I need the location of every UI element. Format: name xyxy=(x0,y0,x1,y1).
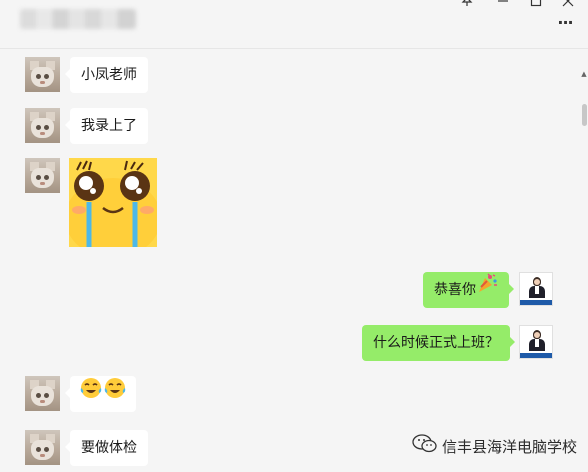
maximize-icon[interactable] xyxy=(526,0,546,14)
watermark: 信丰县海洋电脑学校 xyxy=(412,434,577,458)
message-text: 什么时候正式上班？ xyxy=(373,335,499,351)
contact-avatar[interactable] xyxy=(25,158,60,193)
message-text: 要做体检 xyxy=(81,440,137,456)
self-avatar[interactable] xyxy=(519,272,553,306)
contact-avatar[interactable] xyxy=(25,376,60,411)
contact-avatar[interactable] xyxy=(25,430,60,465)
wechat-icon xyxy=(412,434,438,461)
more-options-button[interactable]: ··· xyxy=(553,15,577,31)
watermark-text: 信丰县海洋电脑学校 xyxy=(442,438,578,456)
message-bubble[interactable]: 要做体检 xyxy=(65,430,148,466)
minimize-icon[interactable] xyxy=(493,0,513,14)
tears-of-joy-emoji xyxy=(79,376,103,414)
chat-title-obscured xyxy=(20,9,136,29)
message-text: 恭喜你 xyxy=(434,282,476,298)
message-bubble[interactable]: 小凤老师 xyxy=(65,57,148,93)
scroll-up-icon[interactable]: ▲ xyxy=(580,70,588,78)
scrollbar-thumb[interactable] xyxy=(582,104,587,126)
message-text: 我录上了 xyxy=(81,118,137,134)
crying-happy-face-sticker[interactable] xyxy=(69,158,157,247)
title-bar: ··· xyxy=(0,0,588,49)
message-bubble[interactable]: 恭喜你 xyxy=(423,272,514,308)
pin-icon[interactable] xyxy=(457,0,477,14)
message-bubble[interactable] xyxy=(65,376,136,414)
message-bubble[interactable]: 我录上了 xyxy=(65,108,148,144)
contact-avatar[interactable] xyxy=(25,57,60,92)
contact-avatar[interactable] xyxy=(25,108,60,143)
message-bubble[interactable]: 什么时候正式上班？ xyxy=(362,325,515,361)
close-icon[interactable] xyxy=(558,0,578,14)
tears-of-joy-emoji xyxy=(103,376,127,414)
party-popper-emoji xyxy=(476,272,498,308)
self-avatar[interactable] xyxy=(519,325,553,359)
message-text: 小凤老师 xyxy=(81,67,137,83)
